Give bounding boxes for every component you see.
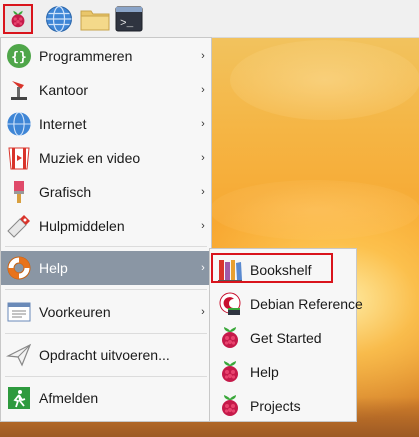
help-lifebuoy-icon — [5, 254, 33, 282]
raspberry-menu-button[interactable] — [3, 4, 33, 34]
menu-item-label: Internet — [39, 116, 87, 132]
application-menu: {} Programmeren › Kantoor › Internet › M… — [0, 37, 212, 422]
menu-item-label: Opdracht uitvoeren... — [39, 347, 170, 363]
menu-item-label: Kantoor — [39, 82, 89, 98]
top-panel: >_ — [0, 0, 419, 38]
submenu-item-help[interactable]: Help — [210, 355, 356, 389]
menu-separator — [5, 289, 207, 290]
menu-item-label: Programmeren — [39, 48, 133, 64]
menu-item-hulpmiddelen[interactable]: Hulpmiddelen › — [1, 209, 211, 243]
submenu-arrow-icon: › — [201, 84, 205, 96]
logout-icon — [5, 384, 33, 412]
terminal-button[interactable]: >_ — [114, 4, 144, 34]
internet-globe-icon — [5, 110, 33, 138]
menu-item-muziek-en-video[interactable]: Muziek en video › — [1, 141, 211, 175]
menu-item-label: Grafisch — [39, 184, 92, 200]
web-browser-icon — [46, 5, 72, 33]
submenu-arrow-icon: › — [201, 186, 205, 198]
file-manager-button[interactable] — [80, 4, 110, 34]
raspberry-icon — [216, 358, 244, 386]
web-browser-button[interactable] — [44, 4, 74, 34]
menu-item-grafisch[interactable]: Grafisch › — [1, 175, 211, 209]
submenu-item-bookshelf[interactable]: Bookshelf — [210, 253, 356, 287]
submenu-arrow-icon: › — [201, 152, 205, 164]
raspberry-icon — [216, 392, 244, 420]
menu-item-kantoor[interactable]: Kantoor › — [1, 73, 211, 107]
menu-item-help[interactable]: Help › — [1, 251, 211, 285]
submenu-item-label: Debian Reference — [250, 296, 363, 312]
raspberry-menu-icon — [11, 10, 25, 28]
menu-separator — [5, 246, 207, 247]
run-command-icon — [5, 341, 33, 369]
svg-text:{}: {} — [11, 50, 27, 65]
menu-item-label: Muziek en video — [39, 150, 141, 166]
preferences-icon — [5, 298, 33, 326]
terminal-icon: >_ — [115, 6, 143, 32]
submenu-item-label: Get Started — [250, 330, 322, 346]
menu-item-afmelden[interactable]: Afmelden — [1, 381, 211, 415]
graphics-icon — [5, 178, 33, 206]
menu-item-programmeren[interactable]: {} Programmeren › — [1, 39, 211, 73]
file-manager-icon — [80, 10, 110, 31]
terminal-prompt: >_ — [120, 18, 134, 30]
debian-icon — [216, 290, 244, 318]
menu-item-voorkeuren[interactable]: Voorkeuren › — [1, 295, 211, 329]
submenu-item-label: Bookshelf — [250, 262, 312, 278]
menu-item-internet[interactable]: Internet › — [1, 107, 211, 141]
music-video-icon — [5, 144, 33, 172]
submenu-item-label: Help — [250, 364, 279, 380]
menu-item-label: Help — [39, 260, 68, 276]
sky-cloud — [210, 180, 419, 240]
menu-item-label: Afmelden — [39, 390, 99, 406]
menu-separator — [5, 376, 207, 377]
submenu-item-debian-reference[interactable]: Debian Reference — [210, 287, 363, 321]
submenu-arrow-icon: › — [201, 220, 205, 232]
menu-item-opdracht-uitvoeren[interactable]: Opdracht uitvoeren... — [1, 338, 211, 372]
submenu-item-projects[interactable]: Projects — [210, 389, 356, 423]
sky-cloud — [230, 40, 419, 120]
help-submenu: Bookshelf Debian Reference Get Started H… — [209, 248, 363, 423]
bookshelf-icon — [216, 256, 244, 284]
office-icon — [5, 76, 33, 104]
submenu-item-get-started[interactable]: Get Started — [210, 321, 356, 355]
raspberry-icon — [216, 324, 244, 352]
programming-icon: {} — [5, 42, 33, 70]
menu-item-label: Hulpmiddelen — [39, 218, 125, 234]
submenu-arrow-icon: › — [201, 118, 205, 130]
accessories-icon — [5, 212, 33, 240]
submenu-arrow-icon: › — [201, 50, 205, 62]
menu-item-label: Voorkeuren — [39, 304, 111, 320]
submenu-item-label: Projects — [250, 398, 301, 414]
menu-separator — [5, 333, 207, 334]
